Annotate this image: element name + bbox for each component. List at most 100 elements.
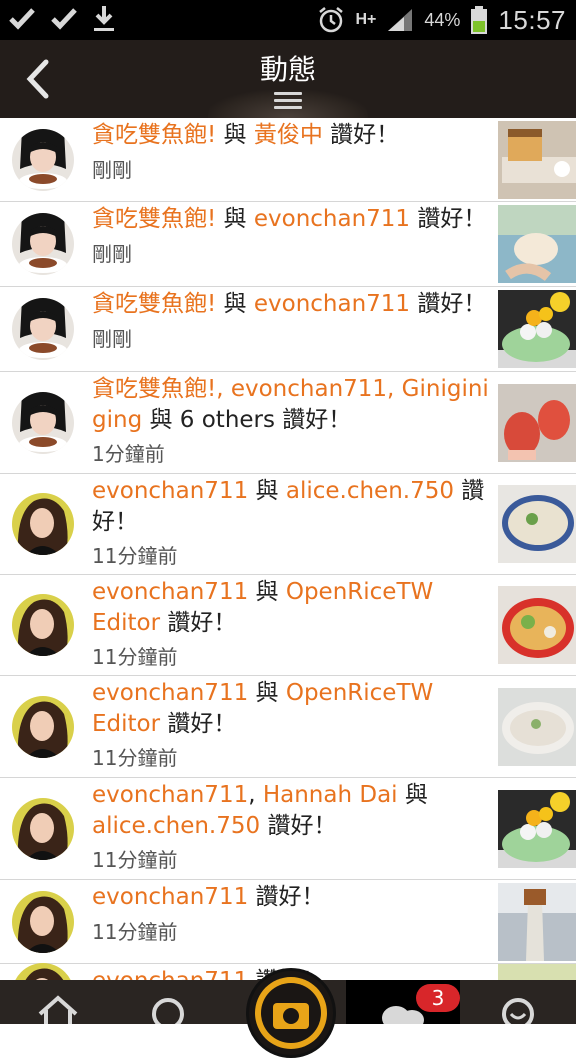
- feed-item[interactable]: 貪吃雙魚飽!, evonchan711, Ginigini ging 與 6 o…: [0, 372, 576, 474]
- food-photo-thumbnail[interactable]: [498, 384, 576, 462]
- network-type: H+: [355, 11, 377, 28]
- activity-text: 貪吃雙魚飽! 與 黃俊中 讚好！: [92, 120, 492, 151]
- activity-phrase: 與: [216, 206, 254, 232]
- feed-item[interactable]: 貪吃雙魚飽! 與 evonchan711 讚好！ 剛剛: [0, 287, 576, 372]
- activity-phrase: 與: [397, 782, 428, 808]
- signal-icon: [388, 9, 413, 31]
- battery-percent: 44%: [424, 9, 461, 30]
- activity-phrase: 與: [248, 680, 286, 706]
- activity-phrase: 讚好！: [160, 711, 237, 737]
- user-avatar[interactable]: [12, 493, 74, 555]
- clock: 15:57: [498, 4, 566, 35]
- activity-text: evonchan711 與 OpenRiceTW Editor 讚好！: [92, 678, 492, 740]
- activity-phrase: 與: [248, 478, 286, 504]
- activity-feed: 貪吃雙魚飽! 與 黃俊中 讚好！ 剛剛 貪吃雙魚飽! 與 evonchan711 讚…: [0, 118, 576, 980]
- timestamp: 剛剛: [92, 158, 132, 182]
- activity-phrase: 讚好！: [260, 813, 337, 839]
- username-link[interactable]: 貪吃雙魚飽!: [92, 206, 216, 232]
- username-link[interactable]: evonchan711: [92, 782, 248, 808]
- user-avatar[interactable]: [12, 213, 74, 275]
- activity-phrase: 與 6 others 讚好！: [142, 407, 352, 433]
- timestamp: 1分鐘前: [92, 442, 165, 466]
- feed-item[interactable]: evonchan711 與 OpenRiceTW Editor 讚好！ 11分鐘前: [0, 676, 576, 778]
- timestamp: 11分鐘前: [92, 544, 178, 568]
- user-avatar[interactable]: [12, 891, 74, 953]
- activity-text: evonchan711 與 alice.chen.750 讚好！: [92, 476, 492, 538]
- feed-item[interactable]: evonchan711 與 alice.chen.750 讚好！ 11分鐘前: [0, 474, 576, 575]
- feed-item[interactable]: 貪吃雙魚飽! 與 evonchan711 讚好！ 剛剛: [0, 202, 576, 287]
- timestamp: 11分鐘前: [92, 848, 178, 872]
- activity-phrase: 與: [248, 579, 286, 605]
- food-photo-thumbnail[interactable]: [498, 883, 576, 961]
- profile-icon[interactable]: [500, 996, 536, 1024]
- feed-item[interactable]: 貪吃雙魚飽! 與 黃俊中 讚好！ 剛剛: [0, 118, 576, 202]
- username-link[interactable]: evonchan711: [92, 478, 248, 504]
- activity-phrase: ,: [248, 782, 263, 808]
- timestamp: 剛剛: [92, 242, 132, 266]
- username-link[interactable]: evonchan711: [254, 291, 410, 317]
- user-avatar[interactable]: [12, 129, 74, 191]
- notification-badge: 3: [416, 984, 460, 1012]
- food-photo-thumbnail[interactable]: [498, 205, 576, 283]
- notification-icons: [8, 4, 116, 34]
- food-photo-thumbnail[interactable]: [498, 290, 576, 368]
- food-photo-thumbnail[interactable]: [498, 790, 576, 868]
- activity-phrase: 讚好！: [410, 206, 487, 232]
- user-avatar[interactable]: [12, 594, 74, 656]
- food-photo-thumbnail[interactable]: [498, 586, 576, 664]
- activity-text: evonchan711 與 OpenRiceTW Editor 讚好！: [92, 577, 492, 639]
- alarm-icon: [319, 7, 344, 33]
- download-icon: [94, 6, 114, 31]
- username-link[interactable]: 貪吃雙魚飽!: [92, 122, 216, 148]
- feed-item[interactable]: evonchan711 讚好！ 11分鐘前: [0, 880, 576, 964]
- bottom-navigation: 3: [0, 968, 576, 1058]
- home-icon[interactable]: [36, 994, 80, 1024]
- username-link[interactable]: evonchan711: [92, 968, 248, 980]
- user-avatar[interactable]: [12, 798, 74, 860]
- timestamp: 剛剛: [92, 327, 132, 351]
- username-link[interactable]: alice.chen.750: [286, 478, 454, 504]
- username-link[interactable]: alice.chen.750: [92, 813, 260, 839]
- food-photo-thumbnail[interactable]: [498, 121, 576, 199]
- food-photo-thumbnail[interactable]: [498, 688, 576, 766]
- activity-phrase: 與: [216, 122, 254, 148]
- user-avatar[interactable]: [12, 696, 74, 758]
- username-link[interactable]: 貪吃雙魚飽!: [92, 291, 216, 317]
- activity-text: evonchan711, Hannah Dai 與 alice.chen.750…: [92, 780, 492, 842]
- battery-icon: [471, 6, 488, 34]
- activity-text: 貪吃雙魚飽!, evonchan711, Ginigini ging 與 6 o…: [92, 374, 492, 436]
- username-link[interactable]: evonchan711: [254, 206, 410, 232]
- food-photo-thumbnail[interactable]: [498, 485, 576, 563]
- activity-text: evonchan711 讚好！: [92, 882, 492, 913]
- hamburger-menu-icon[interactable]: [274, 92, 302, 112]
- camera-icon: [255, 977, 327, 1049]
- activity-text: 貪吃雙魚飽! 與 evonchan711 讚好！: [92, 204, 492, 235]
- username-link[interactable]: Hannah Dai: [263, 782, 398, 808]
- activity-phrase: 讚好！: [410, 291, 487, 317]
- camera-button[interactable]: [246, 968, 336, 1058]
- activity-phrase: 讚好！: [248, 884, 325, 910]
- username-link[interactable]: 黃俊中: [254, 122, 323, 148]
- activity-phrase: 讚好！: [322, 122, 400, 148]
- page-title: 動態: [259, 53, 316, 86]
- timestamp: 11分鐘前: [92, 645, 178, 669]
- app-header: 動態: [0, 40, 576, 118]
- food-photo-thumbnail[interactable]: [498, 964, 576, 980]
- status-bar: H+ 44% 15:57: [0, 0, 576, 40]
- user-avatar[interactable]: [12, 392, 74, 454]
- check-icon: [51, 8, 77, 30]
- username-link[interactable]: evonchan711: [92, 680, 248, 706]
- timestamp: 11分鐘前: [92, 746, 178, 770]
- activity-phrase: 與: [216, 291, 254, 317]
- timestamp: 11分鐘前: [92, 920, 178, 944]
- activity-text: 貪吃雙魚飽! 與 evonchan711 讚好！: [92, 289, 492, 320]
- activity-phrase: 讚好！: [160, 610, 237, 636]
- username-link[interactable]: evonchan711: [92, 884, 248, 910]
- feed-item[interactable]: evonchan711, Hannah Dai 與 alice.chen.750…: [0, 778, 576, 880]
- discover-icon[interactable]: [150, 996, 186, 1024]
- user-avatar[interactable]: [12, 963, 74, 980]
- username-link[interactable]: evonchan711: [92, 579, 248, 605]
- check-icon: [9, 8, 35, 30]
- user-avatar[interactable]: [12, 298, 74, 360]
- feed-item[interactable]: evonchan711 與 OpenRiceTW Editor 讚好！ 11分鐘前: [0, 575, 576, 676]
